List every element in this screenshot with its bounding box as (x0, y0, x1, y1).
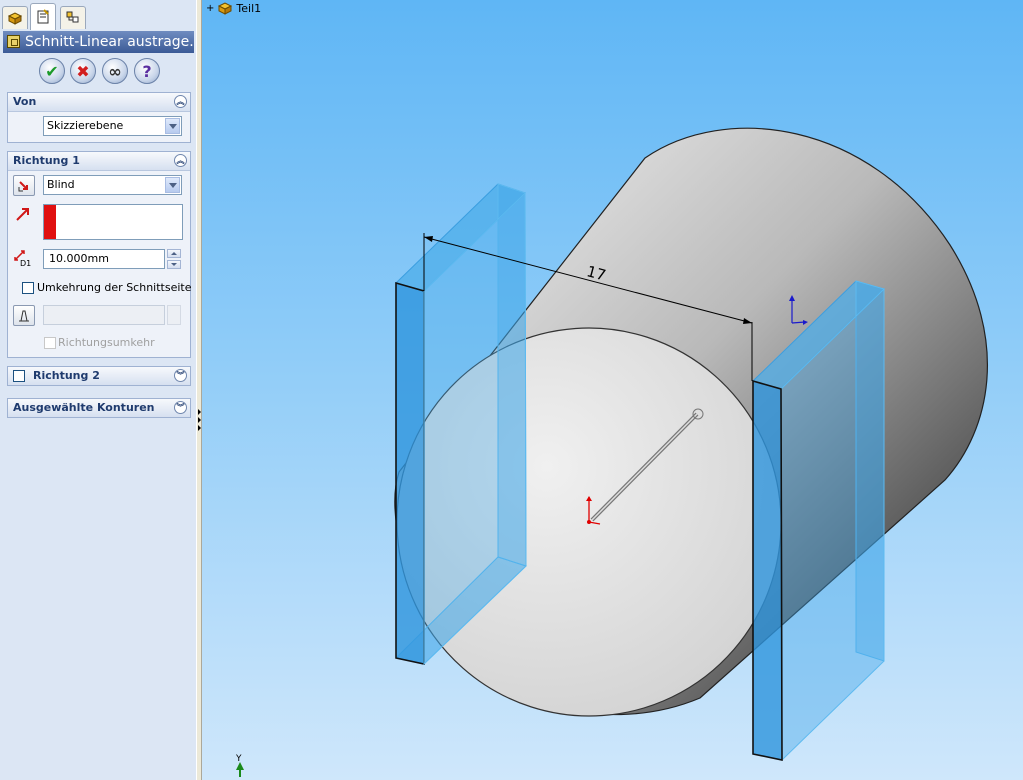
reverse-direction-button[interactable] (13, 175, 35, 196)
von-section: Von ︽ Skizzierebene (7, 92, 191, 143)
draft-angle-input[interactable] (43, 305, 165, 325)
draft-angle-stepper[interactable] (167, 305, 181, 325)
start-condition-value: Skizzierebene (47, 119, 124, 132)
detailed-preview-button[interactable]: ∞ (102, 58, 128, 84)
depth-stepper[interactable] (167, 249, 181, 269)
checkmark-icon: ✔ (45, 61, 59, 81)
direction2-header[interactable]: Richtung 2 ︾ (8, 367, 190, 385)
selected-contours-header[interactable]: Ausgewählte Konturen ︾ (8, 399, 190, 417)
expand-plus-icon[interactable]: + (206, 3, 214, 14)
draft-outward-label: Richtungsumkehr (58, 336, 155, 349)
draft-toggle-button[interactable] (13, 305, 35, 326)
graphics-area[interactable]: 17 Y + Teil1 (202, 0, 1023, 780)
flip-side-checkbox[interactable] (22, 282, 34, 294)
feature-title: Schnitt-Linear austrage... (25, 34, 194, 50)
property-manager-panel: Schnitt-Linear austrage... ✔ ✖ ∞ ? Von ︽… (0, 0, 196, 780)
flyout-tree-root[interactable]: + Teil1 (206, 0, 261, 16)
splitter-grip-icon[interactable] (197, 408, 201, 431)
property-sheet-icon (37, 9, 49, 24)
direction2-title: Richtung 2 (33, 369, 100, 382)
flip-side-label: Umkehrung der Schnittseite (37, 281, 192, 294)
part-icon (218, 2, 233, 15)
direction-arrow-icon (16, 208, 29, 221)
end-condition-value: Blind (47, 178, 75, 191)
help-icon: ? (142, 61, 152, 81)
feature-manager-tab[interactable] (2, 6, 28, 29)
stepper-down[interactable] (167, 260, 181, 269)
property-manager-tab[interactable] (30, 3, 56, 30)
close-icon: ✖ (76, 61, 90, 81)
arrow-up-icon (171, 252, 177, 255)
von-header[interactable]: Von ︽ (8, 93, 190, 112)
cancel-button[interactable]: ✖ (70, 58, 96, 84)
depth-icon-label: D1 (20, 259, 31, 268)
selected-contours-section: Ausgewählte Konturen ︾ (7, 398, 191, 418)
depth-value: 10.000mm (49, 252, 109, 265)
chevron-down-icon[interactable] (165, 118, 180, 134)
direction-reference-list[interactable] (43, 204, 183, 240)
chevron-down-icon[interactable] (165, 177, 180, 193)
start-condition-select[interactable]: Skizzierebene (43, 116, 182, 136)
glasses-icon: ∞ (108, 61, 122, 81)
direction1-title: Richtung 1 (13, 154, 80, 167)
expand-icon[interactable]: ︾ (174, 369, 187, 382)
feature-tree-icon (7, 12, 23, 25)
extruded-cut-icon (7, 35, 20, 48)
selection-color-marker (44, 205, 56, 239)
direction2-section: Richtung 2 ︾ (7, 366, 191, 386)
configuration-icon (66, 11, 79, 23)
depth-input[interactable]: 10.000mm (43, 249, 165, 269)
configuration-manager-tab[interactable] (60, 6, 86, 29)
feature-title-bar: Schnitt-Linear austrage... (3, 31, 194, 53)
selected-contours-title: Ausgewählte Konturen (13, 401, 155, 414)
model-view[interactable]: 17 Y (202, 0, 1023, 780)
draft-outward-checkbox[interactable] (44, 337, 56, 349)
ok-button[interactable]: ✔ (39, 58, 65, 84)
view-triad-icon: Y (235, 754, 244, 777)
end-condition-select[interactable]: Blind (43, 175, 182, 195)
von-title: Von (13, 95, 37, 108)
direction2-checkbox[interactable] (13, 370, 25, 382)
collapse-icon[interactable]: ︽ (174, 154, 187, 167)
draft-icon (19, 310, 29, 321)
help-button[interactable]: ? (134, 58, 160, 84)
part-name: Teil1 (236, 1, 262, 15)
direction1-header[interactable]: Richtung 1 ︽ (8, 152, 190, 171)
direction1-section: Richtung 1 ︽ Blind D1 10.000mm Umkehrung… (7, 151, 192, 358)
depth-dimension-icon: D1 (14, 250, 31, 268)
collapse-icon[interactable]: ︽ (174, 95, 187, 108)
reverse-direction-icon (18, 180, 28, 191)
arrow-down-icon (171, 263, 177, 266)
expand-icon[interactable]: ︾ (174, 401, 187, 414)
stepper-up[interactable] (167, 249, 181, 258)
triad-y-label: Y (235, 754, 242, 764)
